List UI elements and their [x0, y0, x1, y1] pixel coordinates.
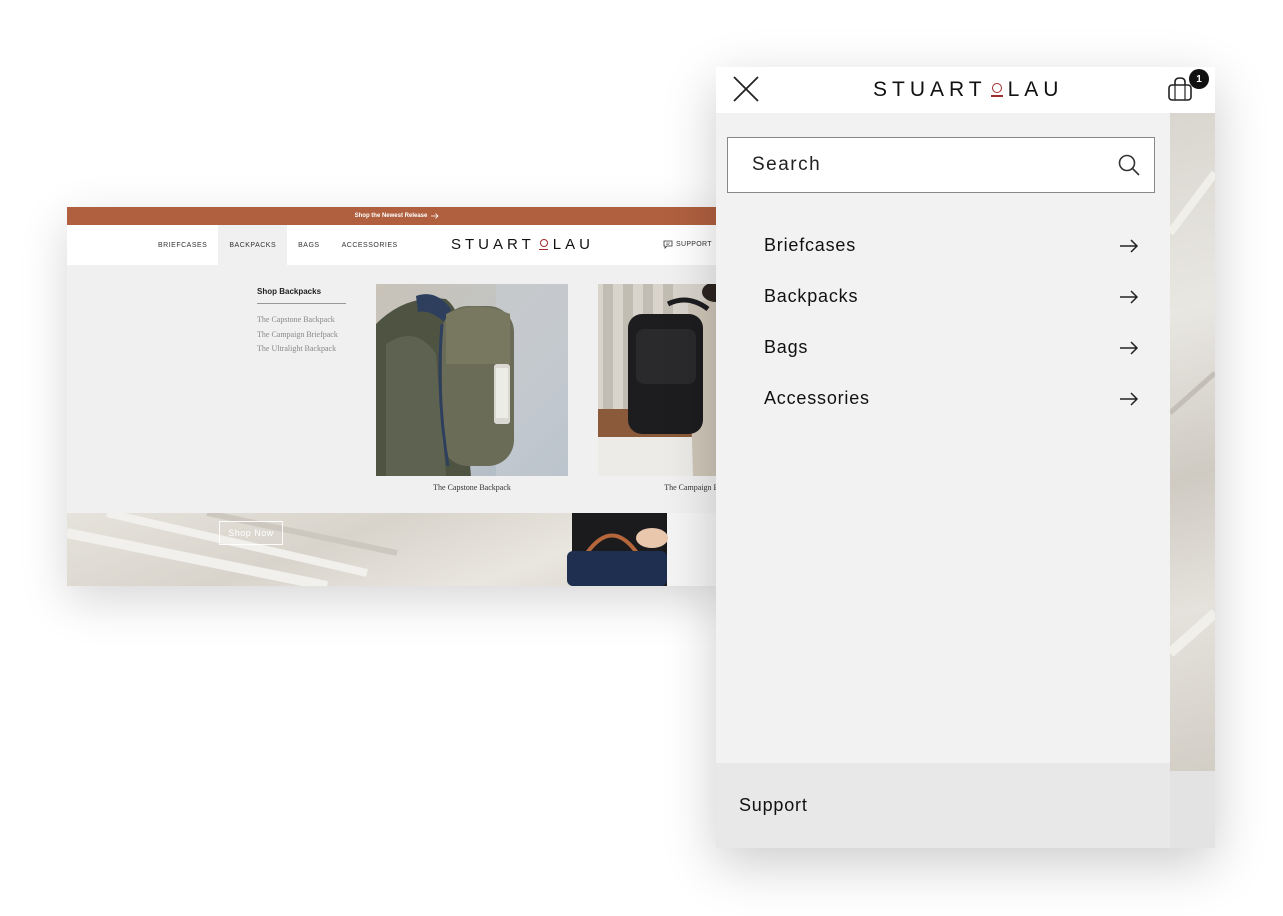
menu-item-label: Briefcases [764, 235, 857, 255]
desktop-logo[interactable]: STUART LAU [451, 236, 594, 253]
mobile-header: STUART LAU 1 [716, 67, 1215, 113]
search-input[interactable] [752, 138, 1102, 191]
chat-bubble-icon [663, 240, 673, 249]
menu-item-label: Backpacks [764, 286, 859, 306]
logo-word-right: LAU [1007, 78, 1064, 101]
nav-item-briefcases[interactable]: BRIEFCASES [147, 225, 218, 265]
page-background-strip [1170, 771, 1215, 848]
mega-menu-links: The Capstone Backpack The Campaign Brief… [257, 313, 338, 357]
product-card[interactable]: The Campaign Bri [598, 284, 727, 492]
mega-link-capstone[interactable]: The Capstone Backpack [257, 313, 338, 328]
mega-menu: Shop Backpacks The Capstone Backpack The… [67, 265, 727, 513]
mega-menu-title: Shop Backpacks [257, 287, 322, 296]
mega-link-ultralight[interactable]: The Ultralight Backpack [257, 342, 338, 357]
hero-banner: Shop Now [67, 513, 727, 586]
product-name[interactable]: The Campaign Bri [598, 483, 727, 492]
divider [257, 303, 346, 304]
menu-item-backpacks[interactable]: Backpacks [716, 271, 1170, 322]
desktop-window: Shop the Newest Release BRIEFCASES BACKP… [67, 207, 727, 586]
arrow-right-icon [1120, 340, 1139, 355]
nav-label: BAGS [298, 241, 320, 249]
product-name[interactable]: The Capstone Backpack [376, 483, 568, 492]
mobile-nav-menu: Briefcases Backpacks Bags Accessories [716, 220, 1170, 424]
logo-word-left: STUART [451, 236, 535, 253]
promo-text: Shop the Newest Release [354, 213, 428, 219]
close-icon[interactable] [732, 75, 760, 103]
nav-item-backpacks[interactable]: BACKPACKS [218, 225, 288, 265]
support-label: SUPPORT [676, 241, 712, 248]
desktop-nav: BRIEFCASES BACKPACKS BAGS ACCESSORIES [147, 225, 409, 265]
product-image[interactable] [598, 284, 727, 476]
cart-count-badge[interactable]: 1 [1189, 69, 1209, 89]
desktop-header: BRIEFCASES BACKPACKS BAGS ACCESSORIES ST… [67, 225, 727, 265]
logo-word-left: STUART [873, 78, 987, 101]
mega-link-campaign[interactable]: The Campaign Briefpack [257, 328, 338, 343]
nav-label: ACCESSORIES [341, 241, 398, 249]
mobile-logo[interactable]: STUART LAU [873, 78, 1063, 102]
arrow-right-icon [1120, 391, 1139, 406]
nav-label: BACKPACKS [229, 241, 277, 249]
menu-item-label: Accessories [764, 388, 870, 408]
arrow-right-icon [1120, 289, 1139, 304]
nav-label: BRIEFCASES [158, 241, 208, 249]
menu-item-accessories[interactable]: Accessories [716, 373, 1170, 424]
product-image[interactable] [376, 284, 568, 476]
support-label: Support [739, 795, 808, 815]
logo-mark-icon [538, 238, 548, 251]
nav-item-bags[interactable]: BAGS [287, 225, 330, 265]
nav-item-accessories[interactable]: ACCESSORIES [331, 225, 409, 265]
menu-item-label: Bags [764, 337, 809, 357]
menu-item-briefcases[interactable]: Briefcases [716, 220, 1170, 271]
search-icon[interactable] [1117, 153, 1141, 177]
page-background-image [1170, 113, 1215, 771]
logo-mark-icon [990, 83, 1003, 97]
promo-banner[interactable]: Shop the Newest Release [67, 207, 727, 225]
mobile-menu-panel: STUART LAU 1 Briefcases Backpacks [716, 67, 1215, 848]
mobile-support-bar[interactable]: Support [716, 763, 1170, 848]
menu-item-bags[interactable]: Bags [716, 322, 1170, 373]
arrow-right-icon [431, 213, 439, 219]
search-box[interactable] [727, 137, 1155, 193]
desktop-support-link[interactable]: SUPPORT [663, 240, 712, 249]
product-card[interactable]: The Capstone Backpack [376, 284, 568, 492]
shop-now-button[interactable]: Shop Now [219, 521, 283, 545]
logo-word-right: LAU [552, 236, 594, 253]
arrow-right-icon [1120, 238, 1139, 253]
